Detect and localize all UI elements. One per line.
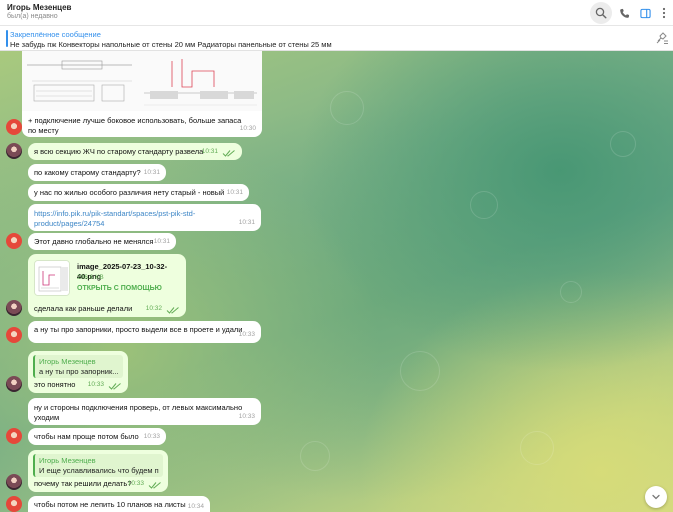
avatar[interactable]	[6, 327, 22, 343]
chat-header: Игорь Мезенцев был(а) недавно	[0, 0, 673, 26]
search-icon	[595, 7, 607, 19]
background-doodle	[470, 191, 498, 219]
quote-author: Игорь Мезенцев	[39, 456, 96, 465]
message-incoming[interactable]: + подключение лучше боковое использовать…	[22, 111, 262, 137]
message-time: 10:33	[238, 413, 255, 420]
more-button[interactable]	[653, 2, 673, 24]
phone-icon	[619, 8, 629, 18]
background-doodle	[610, 131, 636, 157]
pinned-message[interactable]: Закреплённое сообщение Не забудь пж Конв…	[0, 26, 673, 51]
message-text: я всю секцию ЖЧ по старому стандарту раз…	[34, 147, 204, 156]
avatar[interactable]	[6, 376, 22, 392]
quote-text: И еще уславливались что будем п...	[39, 466, 159, 475]
message-time: 10:33	[87, 381, 104, 388]
message-outgoing[interactable]: я всю секцию ЖЧ по старому стандарту раз…	[28, 143, 242, 160]
message-incoming[interactable]: чтобы нам проще потом было 10:33	[28, 428, 166, 445]
message-text: у нас по жилью особого различия нету ста…	[34, 188, 225, 197]
background-doodle	[560, 281, 582, 303]
message-link[interactable]: product/pages/24754	[34, 219, 255, 229]
message-time: 10:31	[153, 238, 170, 245]
message-time: 10:31	[226, 189, 243, 196]
message-text: это понятно	[34, 380, 76, 389]
message-time: 10:30	[239, 125, 256, 132]
chevron-down-icon	[652, 494, 660, 500]
open-with-button[interactable]: ОТКРЫТЬ С ПОМОЩЬЮ	[77, 284, 162, 294]
contact-status: был(а) недавно	[7, 13, 58, 20]
scroll-to-bottom-button[interactable]	[645, 486, 667, 508]
avatar[interactable]	[6, 300, 22, 316]
pinned-title: Закреплённое сообщение	[10, 30, 101, 39]
message-text: чтобы потом не лепить 10 планов на листы	[34, 500, 186, 509]
background-doodle	[300, 441, 330, 471]
message-text: почему так решили делать?	[34, 479, 132, 488]
message-incoming[interactable]: чтобы потом не лепить 10 планов на листы…	[28, 496, 210, 512]
message-text: чтобы нам проще потом было	[34, 432, 139, 441]
message-time: 10:33	[238, 331, 255, 338]
avatar[interactable]	[6, 428, 22, 444]
pin-list-icon	[656, 32, 668, 44]
unpin-button[interactable]	[655, 32, 669, 46]
message-incoming[interactable]: Этот давно глобально не менялся 10:31	[28, 233, 176, 250]
quote-author: Игорь Мезенцев	[39, 357, 96, 366]
reply-quote[interactable]: Игорь Мезенцев И еще уславливались что б…	[33, 454, 163, 477]
message-time: 10:32	[145, 305, 162, 312]
message-incoming[interactable]: у нас по жилью особого различия нету ста…	[28, 184, 249, 201]
quote-text: а ну ты про запорник...	[39, 367, 119, 376]
reply-quote[interactable]: Игорь Мезенцев а ну ты про запорник...	[33, 355, 123, 378]
message-outgoing-file[interactable]: image_2025-07-23_10-32-40.png 206.6 KB О…	[28, 254, 186, 317]
message-text: + подключение лучше боковое использовать…	[28, 116, 242, 135]
pinned-text: Не забудь пж Конвекторы напольные от сте…	[10, 40, 332, 49]
file-thumbnail[interactable]	[34, 260, 70, 296]
message-text: а ну ты про запорники, просто выдели все…	[34, 325, 243, 334]
message-incoming[interactable]: по какому старому стандарту? 10:31	[28, 164, 166, 181]
double-check-icon	[166, 307, 179, 314]
search-button[interactable]	[590, 2, 612, 24]
background-doodle	[520, 431, 554, 465]
double-check-icon	[108, 383, 121, 390]
message-incoming[interactable]: https://info.pik.ru/pik-standart/spaces/…	[28, 204, 261, 231]
message-time: 10:33	[143, 433, 160, 440]
message-time: 10:34	[187, 503, 204, 510]
message-time: 10:31	[201, 148, 218, 155]
background-doodle	[330, 91, 364, 125]
message-time: 10:31	[143, 169, 160, 176]
avatar[interactable]	[6, 496, 22, 512]
message-incoming[interactable]: а ну ты про запорники, просто выдели все…	[28, 321, 261, 343]
double-check-icon	[148, 482, 161, 489]
message-text: ну и стороны подключения проверь, от лев…	[34, 403, 243, 412]
message-text: по какому старому стандарту?	[34, 168, 141, 177]
message-text: сделала как раньше делали	[34, 304, 133, 313]
avatar[interactable]	[6, 474, 22, 490]
file-size: 206.6 KB	[77, 274, 104, 281]
contact-name[interactable]: Игорь Мезенцев	[7, 3, 71, 12]
background-doodle	[400, 351, 440, 391]
message-outgoing-reply[interactable]: Игорь Мезенцев И еще уславливались что б…	[28, 450, 168, 492]
double-check-icon	[222, 150, 235, 157]
avatar[interactable]	[6, 233, 22, 249]
message-text: Этот давно глобально не менялся	[34, 237, 154, 246]
avatar[interactable]	[6, 119, 22, 135]
message-incoming[interactable]: ну и стороны подключения проверь, от лев…	[28, 398, 261, 425]
pinned-indicator	[6, 30, 8, 47]
message-text: уходим	[34, 413, 60, 422]
call-button[interactable]	[613, 2, 635, 24]
more-vertical-icon	[662, 7, 666, 19]
message-link[interactable]: https://info.pik.ru/pik-standart/spaces/…	[34, 209, 255, 219]
message-time: 10:31	[238, 219, 255, 226]
drawing-image[interactable]	[22, 51, 262, 111]
message-time: 10:33	[127, 480, 144, 487]
image-file-icon	[35, 261, 69, 295]
sidebar-panel-icon	[639, 8, 651, 18]
drawing-preview-icon	[22, 51, 262, 111]
message-outgoing-reply[interactable]: Игорь Мезенцев а ну ты про запорник... э…	[28, 351, 128, 393]
avatar[interactable]	[6, 143, 22, 159]
